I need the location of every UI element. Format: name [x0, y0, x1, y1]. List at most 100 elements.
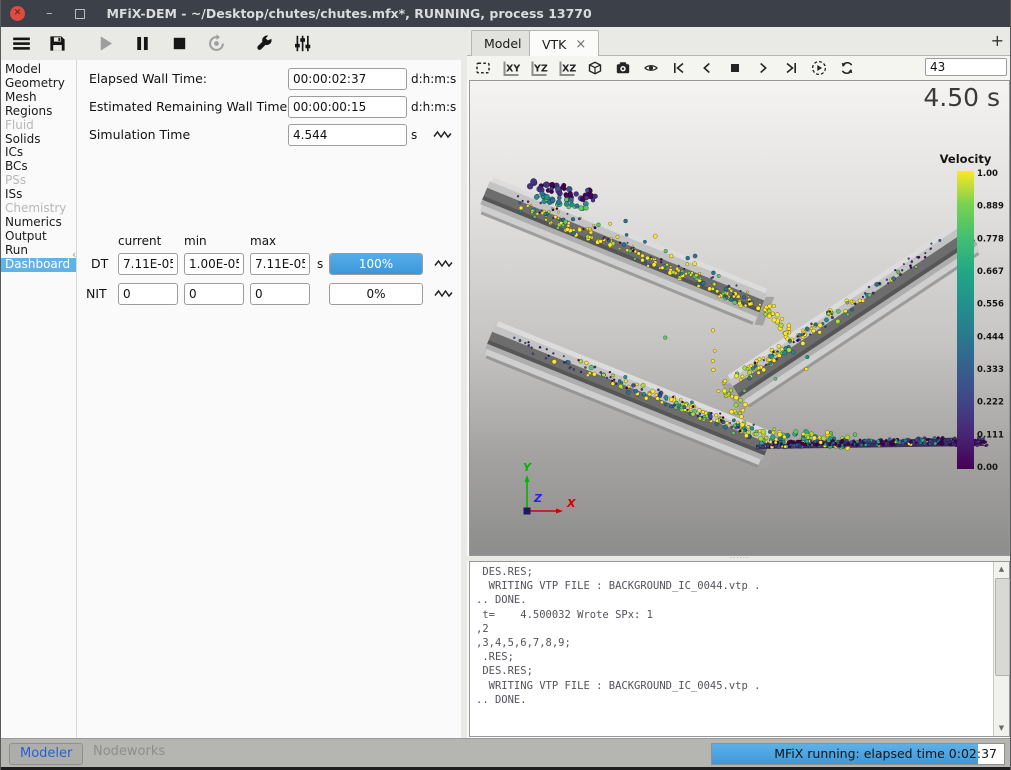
sparkline-icon — [434, 287, 453, 300]
dt-unit: s — [317, 257, 323, 271]
forward-frame-button[interactable] — [751, 57, 775, 79]
sidebar-item-ics[interactable]: ICs — [1, 146, 76, 160]
sidebar-item-fluid[interactable]: Fluid — [1, 119, 76, 133]
sidebar-item-dashboard[interactable]: Dashboard — [1, 258, 76, 272]
play-button[interactable] — [90, 29, 120, 58]
sidebar-item-regions[interactable]: Regions — [1, 105, 76, 119]
vtk-render-view[interactable]: YXZVelocity1.000.8890.7780.6670.5560.444… — [469, 80, 1010, 556]
restore-window-button[interactable] — [75, 9, 85, 19]
row-label-dt: DT — [91, 256, 108, 271]
play-playback-button[interactable] — [807, 57, 831, 79]
settings-icon — [293, 34, 312, 53]
nit-current-input[interactable] — [118, 283, 178, 305]
nav-sidebar: ModelGeometryMeshRegionsFluidSolidsICsBC… — [1, 60, 77, 738]
xy-view-button[interactable]: XY — [499, 57, 523, 79]
simulation-time-unit: s — [411, 128, 417, 142]
back-frame-button[interactable] — [695, 57, 719, 79]
pause-button[interactable] — [127, 29, 157, 58]
frame-number-input[interactable] — [925, 58, 1007, 76]
dt-max-input[interactable] — [250, 253, 310, 275]
tab-vtk[interactable]: VTK× — [529, 30, 599, 57]
run-status-progress: MFiX running: elapsed time 0:02:37 — [711, 743, 1005, 765]
table-header-max: max — [250, 234, 276, 248]
mode-button-modeler[interactable]: Modeler — [9, 743, 83, 765]
yz-view-button[interactable]: YZ — [527, 57, 551, 79]
simulation-time-label: Simulation Time — [89, 127, 190, 142]
minimize-window-button[interactable]: – — [46, 0, 53, 27]
sidebar-collapse-handle[interactable]: ‹ — [72, 248, 76, 261]
scroll-up-button[interactable]: ▲ — [994, 562, 1009, 577]
sidebar-item-bcs[interactable]: BCs — [1, 160, 76, 174]
tab-model[interactable]: Model — [471, 30, 535, 56]
perspective-icon — [587, 60, 603, 76]
perspective-button[interactable] — [583, 57, 607, 79]
run-console[interactable]: DES.RES; WRITING VTP FILE : BACKGROUND_I… — [469, 561, 1010, 737]
estimated-remaining-wall-time-input[interactable] — [288, 96, 407, 118]
visibility-icon — [643, 60, 659, 76]
save-button[interactable] — [42, 29, 72, 58]
run-status-text: MFiX running: elapsed time 0:02:37 — [712, 744, 1004, 764]
dt-current-input[interactable] — [118, 253, 178, 275]
dt-plot-button[interactable] — [434, 257, 454, 271]
first-frame-button[interactable] — [667, 57, 691, 79]
elapsed-wall-time-input[interactable] — [288, 68, 407, 90]
add-tab-button[interactable]: + — [991, 31, 1004, 50]
save-icon — [48, 34, 67, 53]
nit-max-input[interactable] — [250, 283, 310, 305]
main-toolbar — [1, 27, 467, 60]
console-scrollbar[interactable]: ▲ ▼ — [993, 562, 1009, 736]
sidebar-item-model[interactable]: Model — [1, 63, 76, 77]
visibility-button[interactable] — [639, 57, 663, 79]
right-tab-bar: + Model VTK× — [467, 27, 1011, 56]
svg-text:0.222: 0.222 — [977, 398, 1004, 408]
svg-text:0.778: 0.778 — [977, 234, 1004, 244]
svg-text:XZ: XZ — [562, 63, 576, 74]
menu-button[interactable] — [6, 29, 36, 58]
play-icon — [96, 34, 115, 53]
camera-button[interactable] — [611, 57, 635, 79]
table-header-current: current — [118, 234, 161, 248]
fit-view-button[interactable] — [471, 57, 495, 79]
mode-button-nodeworks[interactable]: Nodeworks — [93, 744, 165, 759]
sidebar-item-solids[interactable]: Solids — [1, 133, 76, 147]
tab-close-icon[interactable]: × — [575, 38, 586, 51]
camera-icon — [615, 60, 631, 76]
dt-min-input[interactable] — [184, 253, 244, 275]
nit-plot-button[interactable] — [434, 287, 454, 301]
sidebar-item-chemistry[interactable]: Chemistry — [1, 202, 76, 216]
table-header-min: min — [184, 234, 207, 248]
first-frame-icon — [671, 60, 687, 76]
settings-button[interactable] — [287, 29, 317, 58]
simulation-time-plot-button[interactable] — [433, 128, 453, 142]
status-bar: Modeler Nodeworks MFiX running: elapsed … — [1, 738, 1010, 767]
sidebar-item-run[interactable]: Run — [1, 244, 76, 258]
svg-text:0.889: 0.889 — [977, 202, 1004, 212]
sidebar-item-numerics[interactable]: Numerics — [1, 216, 76, 230]
last-frame-button[interactable] — [779, 57, 803, 79]
simulation-time-input[interactable] — [288, 124, 407, 146]
sidebar-item-iss[interactable]: ISs — [1, 188, 76, 202]
play-playback-icon — [811, 60, 827, 76]
scroll-down-button[interactable]: ▼ — [994, 721, 1009, 736]
elapsed-wall-time-label: Elapsed Wall Time: — [89, 71, 207, 86]
close-window-button[interactable]: ✕ — [10, 6, 25, 21]
repeat-button[interactable] — [835, 57, 859, 79]
tab-label: Model — [484, 36, 522, 51]
last-frame-icon — [783, 60, 799, 76]
stop-button[interactable] — [164, 29, 194, 58]
vtk-scene-svg: YXZVelocity1.000.8890.7780.6670.5560.444… — [470, 81, 1009, 555]
sidebar-item-pss[interactable]: PSs — [1, 174, 76, 188]
stop-playback-button[interactable] — [723, 57, 747, 79]
nit-min-input[interactable] — [184, 283, 244, 305]
window-title: MFiX-DEM - ~/Desktop/chutes/chutes.mfx*,… — [107, 6, 592, 21]
reset-button[interactable] — [201, 29, 231, 58]
xz-view-button[interactable]: XZ — [555, 57, 579, 79]
scrollbar-thumb[interactable] — [995, 578, 1010, 676]
panel-vertical-splitter[interactable] — [461, 60, 467, 738]
sidebar-item-geometry[interactable]: Geometry — [1, 77, 76, 91]
sidebar-item-output[interactable]: Output — [1, 230, 76, 244]
svg-text:0.333: 0.333 — [977, 365, 1004, 375]
svg-text:0.00: 0.00 — [977, 463, 998, 473]
build-button[interactable] — [249, 29, 279, 58]
sidebar-item-mesh[interactable]: Mesh — [1, 91, 76, 105]
